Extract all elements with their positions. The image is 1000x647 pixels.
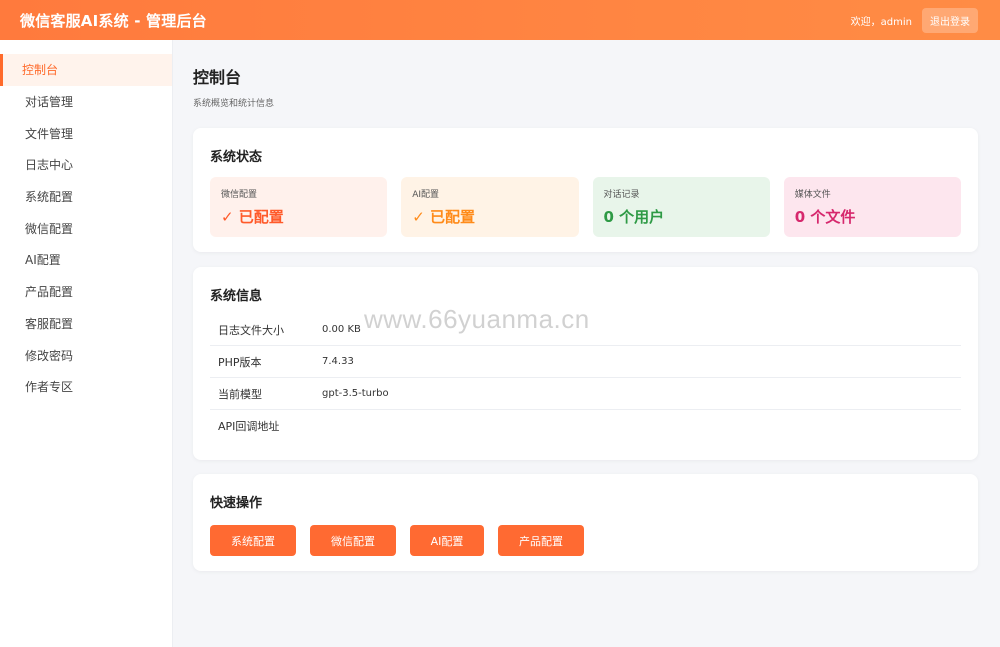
system-status-card: 系统状态 微信配置 ✓ 已配置 AI配置 ✓ 已配置 对话记录 0 个用户 媒体…	[193, 128, 978, 252]
system-config-button[interactable]: 系统配置	[210, 525, 296, 556]
sidebar-item-service-config[interactable]: 客服配置	[0, 308, 172, 340]
sidebar-item-dashboard[interactable]: 控制台	[0, 54, 172, 86]
table-row: PHP版本 7.4.33	[210, 346, 961, 378]
stat-ai-config: AI配置 ✓ 已配置	[401, 177, 579, 237]
sidebar-item-system-config[interactable]: 系统配置	[0, 181, 172, 213]
info-key: 当前模型	[218, 387, 262, 401]
stat-value: 0 个用户	[603, 208, 665, 226]
sidebar-item-conversations[interactable]: 对话管理	[0, 86, 172, 118]
system-status-heading: 系统状态	[210, 150, 263, 165]
ai-config-button[interactable]: AI配置	[410, 525, 484, 556]
info-value: 7.4.33	[322, 356, 354, 367]
quick-actions-card: 快速操作 系统配置 微信配置 AI配置 产品配置	[193, 474, 978, 571]
sidebar-item-change-password[interactable]: 修改密码	[0, 339, 172, 371]
quick-actions-row: 系统配置 微信配置 AI配置 产品配置	[210, 525, 961, 556]
main-content: 控制台 系统概览和统计信息 系统状态 微信配置 ✓ 已配置 AI配置 ✓ 已配置…	[193, 40, 978, 571]
info-key: API回调地址	[218, 420, 280, 433]
welcome-text: 欢迎，admin	[850, 16, 912, 28]
page-title: 控制台	[193, 68, 242, 87]
stat-value: 0 个文件	[794, 208, 856, 226]
stat-wechat-config: 微信配置 ✓ 已配置	[210, 177, 388, 237]
sidebar-item-files[interactable]: 文件管理	[0, 117, 172, 149]
wechat-config-button[interactable]: 微信配置	[310, 525, 396, 556]
product-config-button[interactable]: 产品配置	[498, 525, 584, 556]
sidebar-item-wechat-config[interactable]: 微信配置	[0, 212, 172, 244]
stat-media-files: 媒体文件 0 个文件	[783, 177, 961, 237]
status-grid: 微信配置 ✓ 已配置 AI配置 ✓ 已配置 对话记录 0 个用户 媒体文件 0 …	[210, 177, 961, 237]
top-bar: 微信客服AI系统 - 管理后台 欢迎，admin 退出登录	[0, 0, 1000, 40]
sidebar: 控制台 对话管理 文件管理 日志中心 系统配置 微信配置 AI配置 产品配置 客…	[0, 40, 173, 647]
info-key: 日志文件大小	[218, 323, 284, 337]
page-subtitle: 系统概览和统计信息	[193, 99, 275, 109]
stat-label: 对话记录	[603, 190, 640, 200]
sidebar-item-ai-config[interactable]: AI配置	[0, 244, 172, 276]
stat-value: ✓ 已配置	[412, 208, 476, 226]
sidebar-item-logs[interactable]: 日志中心	[0, 149, 172, 181]
stat-label: 微信配置	[221, 190, 258, 200]
info-value: gpt-3.5-turbo	[322, 388, 389, 399]
quick-actions-heading: 快速操作	[210, 496, 263, 511]
sidebar-item-author-zone[interactable]: 作者专区	[0, 371, 172, 403]
stat-label: AI配置	[412, 190, 440, 200]
user-area: 欢迎，admin 退出登录	[850, 7, 978, 33]
info-value: 0.00 KB	[322, 324, 361, 335]
system-info-heading: 系统信息	[210, 289, 263, 304]
app-title: 微信客服AI系统 - 管理后台	[20, 11, 207, 30]
table-row: 当前模型 gpt-3.5-turbo	[210, 378, 961, 410]
stat-value: ✓ 已配置	[221, 208, 284, 226]
table-row: 日志文件大小 0.00 KB	[210, 314, 961, 346]
system-info-card: 系统信息 日志文件大小 0.00 KB PHP版本 7.4.33 当前模型 gp…	[193, 267, 978, 460]
logout-button[interactable]: 退出登录	[922, 7, 978, 33]
stat-conversations: 对话记录 0 个用户	[592, 177, 770, 237]
sidebar-item-product-config[interactable]: 产品配置	[0, 276, 172, 308]
info-key: PHP版本	[218, 355, 262, 369]
stat-label: 媒体文件	[794, 190, 831, 200]
table-row: API回调地址	[210, 410, 961, 442]
info-table: 日志文件大小 0.00 KB PHP版本 7.4.33 当前模型 gpt-3.5…	[210, 314, 961, 442]
